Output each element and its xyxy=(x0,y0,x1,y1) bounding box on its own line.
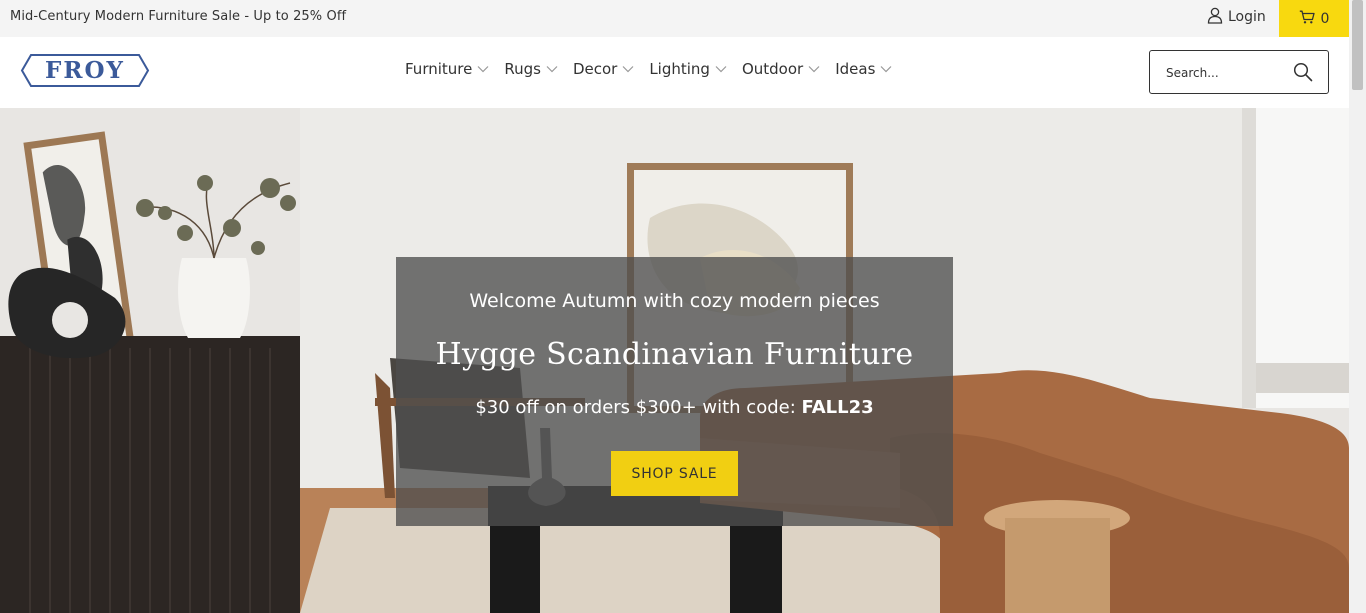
cart-icon xyxy=(1299,10,1315,28)
chevron-down-icon xyxy=(715,66,727,73)
nav-item-lighting[interactable]: Lighting xyxy=(649,60,727,78)
logo-text: FROY xyxy=(45,57,125,84)
hero-promo: $30 off on orders $300+ with code: FALL2… xyxy=(396,397,953,418)
chevron-down-icon xyxy=(880,66,892,73)
main-nav: Furniture Rugs Decor Lighting Outdoor Id… xyxy=(405,60,892,78)
nav-item-label: Decor xyxy=(572,60,618,78)
site-logo[interactable]: FROY xyxy=(20,53,150,92)
scrollbar-thumb[interactable] xyxy=(1352,0,1363,90)
chevron-down-icon xyxy=(622,66,634,73)
nav-item-outdoor[interactable]: Outdoor xyxy=(742,60,820,78)
nav-item-label: Lighting xyxy=(649,60,710,78)
nav-item-label: Furniture xyxy=(405,60,473,78)
site-header: FROY Furniture Rugs Decor Lighting Outdo… xyxy=(0,37,1349,108)
chevron-down-icon xyxy=(477,66,489,73)
cart-count: 0 xyxy=(1320,10,1330,27)
login-link[interactable]: Login xyxy=(1207,7,1266,27)
hero-title: Hygge Scandinavian Furniture xyxy=(435,337,914,372)
nav-item-ideas[interactable]: Ideas xyxy=(835,60,892,78)
nav-item-rugs[interactable]: Rugs xyxy=(504,60,558,78)
shop-sale-button[interactable]: SHOP SALE xyxy=(611,451,738,496)
chevron-down-icon xyxy=(546,66,558,73)
promo-code: FALL23 xyxy=(801,397,874,418)
announcement-bar: Mid-Century Modern Furniture Sale - Up t… xyxy=(0,0,1349,37)
hero-banner: Welcome Autumn with cozy modern pieces H… xyxy=(0,108,1349,613)
cart-button[interactable]: 0 xyxy=(1279,0,1349,37)
search-box xyxy=(1149,50,1329,94)
nav-item-label: Outdoor xyxy=(741,60,804,78)
chevron-down-icon xyxy=(808,66,820,73)
nav-item-label: Rugs xyxy=(504,60,541,78)
search-icon[interactable] xyxy=(1292,61,1314,83)
announcement-text: Mid-Century Modern Furniture Sale - Up t… xyxy=(10,9,347,24)
user-icon xyxy=(1207,7,1223,28)
login-label: Login xyxy=(1228,9,1266,25)
promo-text: $30 off on orders $300+ with code: xyxy=(475,397,802,418)
hero-overlay: Welcome Autumn with cozy modern pieces H… xyxy=(396,257,953,526)
nav-item-decor[interactable]: Decor xyxy=(573,60,634,78)
nav-item-label: Ideas xyxy=(835,60,876,78)
page-scrollbar[interactable] xyxy=(1349,0,1366,613)
hero-subtitle: Welcome Autumn with cozy modern pieces xyxy=(469,290,880,312)
nav-item-furniture[interactable]: Furniture xyxy=(405,60,489,78)
search-input[interactable] xyxy=(1166,63,1286,83)
